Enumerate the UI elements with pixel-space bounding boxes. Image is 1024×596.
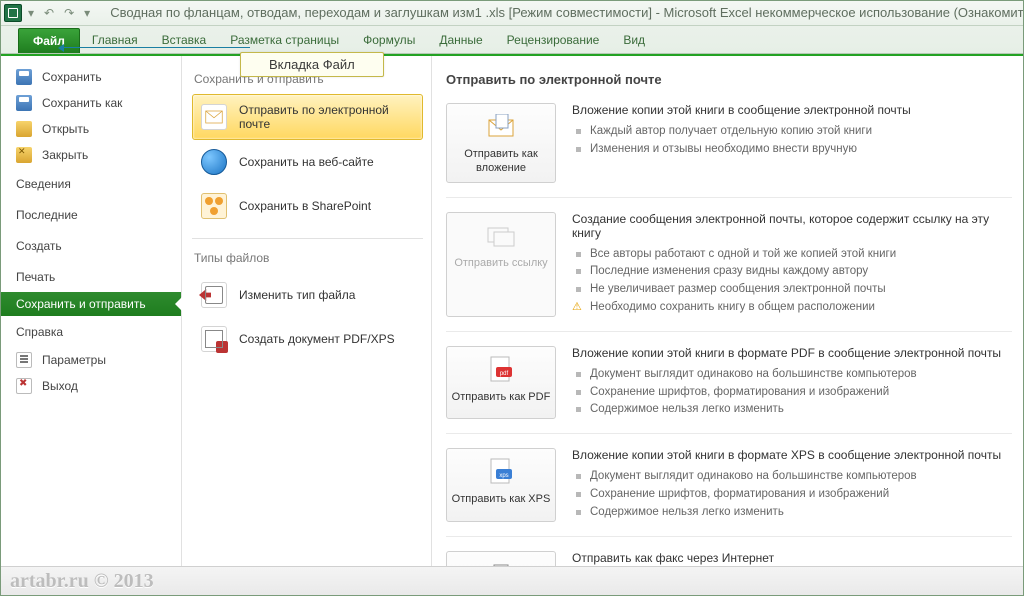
- nav-exit-label: Выход: [42, 379, 78, 393]
- tab-file[interactable]: Файл: [18, 28, 80, 53]
- nav-options-label: Параметры: [42, 353, 106, 367]
- qat-redo-icon[interactable]: ↷: [64, 6, 74, 20]
- nav-close[interactable]: Закрыть: [0, 142, 181, 168]
- btn-send-as-internet-fax[interactable]: Отправить как факс через Интернет: [446, 551, 556, 566]
- nav-options[interactable]: Параметры: [0, 347, 181, 373]
- opt4-title: Вложение копии этой книги в формате XPS …: [572, 448, 1012, 462]
- btn-send-as-xps[interactable]: xps Отправить как XPS: [446, 448, 556, 521]
- nav-save-send-label: Сохранить и отправить: [16, 297, 146, 311]
- quick-access-toolbar: ▾ ↶ ↷ ▾: [28, 6, 90, 20]
- cmd-change-type-label: Изменить тип файла: [239, 288, 355, 302]
- opt3-bullet-2: Сохранение шрифтов, форматирования и изо…: [572, 384, 1012, 402]
- nav-exit[interactable]: Выход: [0, 373, 181, 399]
- detail-heading: Отправить по электронной почте: [446, 72, 1012, 87]
- nav-save-and-send[interactable]: Сохранить и отправить: [0, 292, 181, 316]
- cmd-save-web[interactable]: Сохранить на веб-сайте: [192, 140, 423, 184]
- cmd-send-email-label: Отправить по электронной почте: [239, 103, 414, 131]
- opt1-bullet-1: Каждый автор получает отдельную копию эт…: [572, 123, 1012, 141]
- opt1-title: Вложение копии этой книги в сообщение эл…: [572, 103, 1012, 117]
- tutorial-callout: Вкладка Файл: [240, 52, 384, 77]
- cmd-save-web-label: Сохранить на веб-сайте: [239, 155, 374, 169]
- qat-more-icon[interactable]: ▾: [84, 6, 90, 20]
- exit-icon: [16, 378, 32, 394]
- save-send-commands: Сохранить и отправить Отправить по элект…: [182, 56, 432, 566]
- svg-text:pdf: pdf: [500, 371, 509, 377]
- btn-send-attachment-label: Отправить как вложение: [451, 148, 551, 176]
- nav-help[interactable]: Справка: [0, 316, 181, 347]
- tutorial-arrow: [60, 47, 250, 48]
- nav-open[interactable]: Открыть: [0, 116, 181, 142]
- cmd-create-pdf-xps[interactable]: Создать документ PDF/XPS: [192, 317, 423, 361]
- btn-send-as-pdf[interactable]: pdf Отправить как PDF: [446, 346, 556, 419]
- opt3-bullet-3: Содержимое нельзя легко изменить: [572, 401, 1012, 419]
- cmd-send-email[interactable]: Отправить по электронной почте: [192, 94, 423, 140]
- nav-close-label: Закрыть: [42, 148, 88, 162]
- btn-send-link: Отправить ссылку: [446, 212, 556, 317]
- opt3-bullet-1: Документ выглядит одинаково на большинст…: [572, 366, 1012, 384]
- excel-icon: [4, 4, 22, 22]
- watermark-text: artabr.ru © 2013: [10, 570, 154, 593]
- tab-data[interactable]: Данные: [427, 27, 494, 53]
- opt2-bullet-1: Все авторы работают с одной и той же коп…: [572, 246, 1012, 264]
- tab-page-layout[interactable]: Разметка страницы: [218, 27, 351, 53]
- nav-save-as-label: Сохранить как: [42, 96, 122, 110]
- options-icon: [16, 352, 32, 368]
- nav-save-label: Сохранить: [42, 70, 102, 84]
- file-type-icon: [201, 282, 227, 308]
- opt2-bullet-3: Не увеличивает размер сообщения электрон…: [572, 281, 1012, 299]
- save-icon: [16, 69, 32, 85]
- xps-icon: xps: [484, 457, 518, 487]
- tab-view[interactable]: Вид: [611, 27, 657, 53]
- opt4-bullet-1: Документ выглядит одинаково на большинст…: [572, 468, 1012, 486]
- opt4-bullet-3: Содержимое нельзя легко изменить: [572, 504, 1012, 522]
- qat-undo-icon[interactable]: ↶: [44, 6, 54, 20]
- opt3-title: Вложение копии этой книги в формате PDF …: [572, 346, 1012, 360]
- btn-send-pdf-label: Отправить как PDF: [452, 391, 551, 405]
- send-email-detail-pane: Отправить по электронной почте Отправить…: [432, 56, 1024, 566]
- cmd-create-pdf-label: Создать документ PDF/XPS: [239, 332, 395, 346]
- nav-info[interactable]: Сведения: [0, 168, 181, 199]
- opt2-bullet-4: Необходимо сохранить книгу в общем распо…: [572, 299, 1012, 317]
- opt5-title: Отправить как факс через Интернет: [572, 551, 1012, 565]
- qat-save-icon[interactable]: ▾: [28, 6, 34, 20]
- opt2-title: Создание сообщения электронной почты, ко…: [572, 212, 1012, 240]
- btn-send-xps-label: Отправить как XPS: [452, 493, 551, 507]
- tab-home[interactable]: Главная: [80, 27, 150, 53]
- tab-formulas[interactable]: Формулы: [351, 27, 427, 53]
- save-as-icon: [16, 95, 32, 111]
- nav-open-label: Открыть: [42, 122, 89, 136]
- pdf-xps-icon: [201, 326, 227, 352]
- nav-recent[interactable]: Последние: [0, 199, 181, 230]
- svg-text:xps: xps: [499, 473, 508, 479]
- sharepoint-icon: [201, 193, 227, 219]
- link-icon: [484, 221, 518, 251]
- btn-send-as-attachment[interactable]: Отправить как вложение: [446, 103, 556, 183]
- attachment-icon: [484, 112, 518, 142]
- nav-new[interactable]: Создать: [0, 230, 181, 261]
- email-icon: [201, 104, 227, 130]
- tab-insert[interactable]: Вставка: [150, 27, 219, 53]
- pdf-icon: pdf: [484, 355, 518, 385]
- cmd-save-sharepoint[interactable]: Сохранить в SharePoint: [192, 184, 423, 228]
- globe-icon: [201, 149, 227, 175]
- middle-heading-file-types: Типы файлов: [192, 251, 423, 265]
- opt2-bullet-2: Последние изменения сразу видны каждому …: [572, 263, 1012, 281]
- cmd-change-file-type[interactable]: Изменить тип файла: [192, 273, 423, 317]
- cmd-save-sp-label: Сохранить в SharePoint: [239, 199, 371, 213]
- tab-review[interactable]: Рецензирование: [495, 27, 612, 53]
- nav-save[interactable]: Сохранить: [0, 64, 181, 90]
- opt4-bullet-2: Сохранение шрифтов, форматирования и изо…: [572, 486, 1012, 504]
- btn-send-link-label: Отправить ссылку: [454, 257, 547, 271]
- opt1-bullet-2: Изменения и отзывы необходимо внести вру…: [572, 141, 1012, 159]
- close-icon: [16, 147, 32, 163]
- window-title: Сводная по фланцам, отводам, переходам и…: [110, 5, 1024, 20]
- nav-save-as[interactable]: Сохранить как: [0, 90, 181, 116]
- open-icon: [16, 121, 32, 137]
- nav-print[interactable]: Печать: [0, 261, 181, 292]
- backstage-left-nav: Сохранить Сохранить как Открыть Закрыть …: [0, 56, 182, 566]
